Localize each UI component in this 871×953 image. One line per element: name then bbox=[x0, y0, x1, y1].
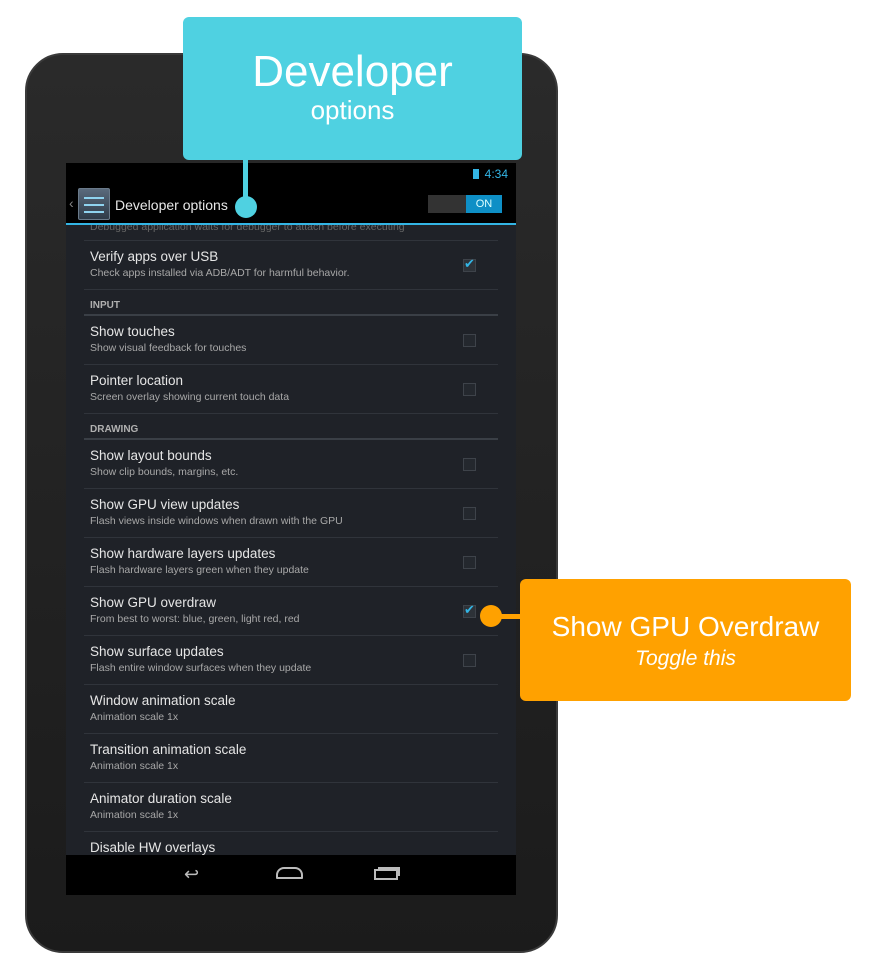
setting-summary: Flash views inside windows when drawn wi… bbox=[90, 515, 343, 527]
setting-item[interactable]: Show touches Show visual feedback for tou… bbox=[84, 316, 498, 365]
navigation-bar: ↩ bbox=[66, 855, 516, 895]
setting-title: Window animation scale bbox=[90, 693, 236, 708]
clock: 4:34 bbox=[484, 167, 508, 181]
checkbox[interactable] bbox=[463, 602, 476, 618]
setting-item[interactable]: Disable HW overlays bbox=[84, 832, 498, 855]
setting-title: Verify apps over USB bbox=[90, 249, 219, 264]
setting-summary: Animation scale 1x bbox=[90, 711, 179, 723]
callout-subtitle: options bbox=[310, 95, 395, 125]
setting-item[interactable]: Window animation scale Animation scale 1x bbox=[84, 685, 498, 734]
section-header: INPUT bbox=[84, 290, 498, 316]
setting-item[interactable]: Verify apps over USB Check apps installed… bbox=[84, 241, 498, 290]
home-icon[interactable] bbox=[276, 867, 303, 879]
setting-title: Show GPU view updates bbox=[90, 497, 240, 512]
setting-title: Show surface updates bbox=[90, 644, 224, 659]
page-title: Developer options bbox=[115, 197, 228, 213]
callout-subtitle: Toggle this bbox=[635, 647, 736, 670]
gpu-overdraw-callout: Show GPU Overdraw Toggle this bbox=[520, 579, 851, 701]
screen: 4:34 ‹ Developer options ON Debugged app… bbox=[66, 163, 516, 895]
setting-item[interactable]: Show GPU view updates Flash views inside … bbox=[84, 489, 498, 538]
setting-title: Show touches bbox=[90, 324, 175, 339]
checkbox[interactable] bbox=[463, 458, 476, 471]
setting-item[interactable]: Pointer location Screen overlay showing c… bbox=[84, 365, 498, 414]
setting-summary: Animation scale 1x bbox=[90, 809, 179, 821]
setting-item[interactable]: Show surface updates Flash entire window … bbox=[84, 636, 498, 685]
setting-title: Animator duration scale bbox=[90, 791, 232, 806]
setting-item[interactable]: Show layout bounds Show clip bounds, marg… bbox=[84, 440, 498, 489]
setting-summary: Flash entire window surfaces when they u… bbox=[90, 662, 312, 674]
developer-options-switch[interactable]: ON bbox=[428, 195, 502, 213]
status-bar: 4:34 bbox=[66, 163, 516, 185]
checkbox[interactable] bbox=[463, 383, 476, 396]
battery-icon bbox=[472, 169, 479, 179]
setting-summary: Flash hardware layers green when they up… bbox=[90, 564, 309, 576]
setting-title: Show layout bounds bbox=[90, 448, 212, 463]
checkbox[interactable] bbox=[463, 507, 476, 520]
callout-dot bbox=[235, 196, 257, 218]
setting-item[interactable]: Show GPU overdraw From best to worst: blu… bbox=[84, 587, 498, 636]
developer-options-callout: Developer options bbox=[183, 17, 522, 160]
setting-summary: Show visual feedback for touches bbox=[90, 342, 247, 354]
setting-title: Show hardware layers updates bbox=[90, 546, 276, 561]
action-bar: ‹ Developer options ON bbox=[66, 185, 516, 225]
setting-item[interactable]: Show hardware layers updates Flash hardwa… bbox=[84, 538, 498, 587]
setting-item[interactable]: Transition animation scale Animation scal… bbox=[84, 734, 498, 783]
checkbox[interactable] bbox=[463, 334, 476, 347]
settings-app-icon[interactable] bbox=[78, 188, 110, 220]
setting-summary: Animation scale 1x bbox=[90, 760, 179, 772]
settings-list[interactable]: Debugged application waits for debugger … bbox=[66, 225, 516, 855]
callout-title: Developer bbox=[252, 47, 453, 96]
partial-summary: Debugged application waits for debugger … bbox=[84, 225, 498, 241]
setting-summary: From best to worst: blue, green, light r… bbox=[90, 613, 300, 625]
checkbox[interactable] bbox=[463, 654, 476, 667]
setting-title: Pointer location bbox=[90, 373, 184, 388]
callout-dot bbox=[480, 605, 502, 627]
recents-icon[interactable] bbox=[374, 869, 398, 880]
setting-title: Disable HW overlays bbox=[90, 840, 216, 855]
checkbox[interactable] bbox=[463, 556, 476, 569]
switch-label: ON bbox=[466, 195, 502, 213]
setting-summary: Show clip bounds, margins, etc. bbox=[90, 466, 239, 478]
section-header: DRAWING bbox=[84, 414, 498, 440]
up-chevron-icon[interactable]: ‹ bbox=[69, 195, 74, 211]
setting-summary: Screen overlay showing current touch dat… bbox=[90, 391, 290, 403]
setting-summary: Check apps installed via ADB/ADT for har… bbox=[90, 267, 350, 279]
back-icon[interactable]: ↩ bbox=[184, 864, 199, 885]
setting-title: Show GPU overdraw bbox=[90, 595, 217, 610]
callout-title: Show GPU Overdraw bbox=[551, 611, 820, 642]
setting-item[interactable]: Animator duration scale Animation scale 1… bbox=[84, 783, 498, 832]
setting-title: Transition animation scale bbox=[90, 742, 247, 757]
checkbox[interactable] bbox=[463, 256, 476, 272]
